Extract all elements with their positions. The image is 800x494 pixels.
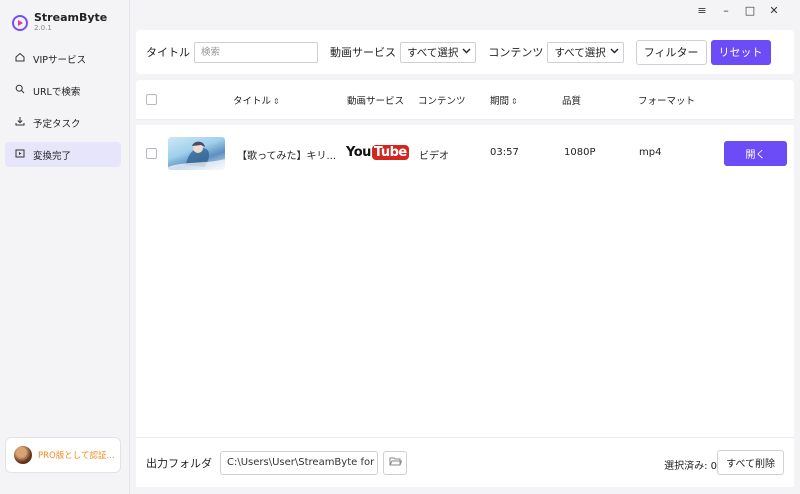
sidebar-item-url-search[interactable]: URLで検索 (5, 78, 121, 103)
search-icon (13, 84, 27, 97)
pro-auth-button[interactable]: PRO版として認証... (5, 437, 121, 473)
sidebar-item-label: 予定タスク (33, 118, 81, 130)
streambyte-logo-icon (12, 14, 28, 31)
service-select[interactable]: すべて選択 (400, 41, 477, 63)
header-format: フォーマット (638, 96, 696, 107)
sidebar: StreamByte 2.0.1 VIPサービス URLで検索 予定タスク 変換… (0, 0, 130, 494)
brand: StreamByte 2.0.1 (12, 12, 107, 33)
youtube-logo-icon: You Tube (346, 145, 409, 160)
output-folder-label: 出力フォルダ (146, 456, 212, 470)
sidebar-item-label: URLで検索 (33, 86, 81, 98)
table-body: 【歌ってみた】キリ... You Tube ビデオ 03:57 1080P mp4… (136, 125, 794, 437)
select-all-checkbox[interactable] (146, 94, 157, 105)
converted-icon (13, 148, 27, 161)
sort-icon: ⇕ (273, 97, 280, 106)
home-icon (13, 52, 27, 65)
header-quality: 品質 (562, 96, 582, 107)
content-select-value: すべて選択 (554, 46, 606, 59)
content-select[interactable]: すべて選択 (547, 41, 624, 63)
maximize-icon[interactable]: □ (738, 4, 762, 17)
sidebar-item-label: VIPサービス (33, 54, 87, 66)
header-content: コンテンツ (418, 96, 466, 107)
table-row: 【歌ってみた】キリ... You Tube ビデオ 03:57 1080P mp4… (136, 125, 794, 183)
app-name: StreamByte (34, 11, 108, 24)
open-button[interactable]: 開く (724, 141, 787, 166)
sort-icon: ⇕ (511, 97, 518, 106)
delete-all-button[interactable]: すべて削除 (717, 450, 784, 475)
filter-button[interactable]: フィルター (635, 39, 707, 65)
browse-folder-button[interactable] (383, 450, 407, 475)
footer-bar: 出力フォルダ 選択済み: 0 すべて削除 (136, 437, 794, 487)
chevron-down-icon (462, 47, 471, 57)
search-input[interactable] (194, 41, 318, 63)
reset-button[interactable]: リセット (710, 39, 771, 65)
sidebar-item-label: 変換完了 (33, 150, 72, 162)
download-icon (13, 116, 27, 129)
sidebar-item-vip[interactable]: VIPサービス (5, 46, 121, 71)
selected-count: 選択済み: 0 (664, 461, 717, 472)
header-duration[interactable]: 期間 ⇕ (490, 93, 518, 107)
video-duration: 03:57 (490, 147, 519, 158)
sidebar-nav: VIPサービス URLで検索 予定タスク 変換完了 (5, 46, 121, 174)
header-service: 動画サービス (347, 96, 405, 107)
avatar (14, 446, 32, 464)
pro-auth-label: PRO版として認証... (38, 451, 115, 461)
chevron-down-icon (610, 47, 619, 57)
filter-bar: タイトル 動画サービス すべて選択 コンテンツ すべて選択 フィルター リセット (136, 30, 794, 74)
video-thumbnail (168, 137, 225, 170)
window-controls: ≡ – □ ✕ (690, 4, 786, 17)
video-format: mp4 (639, 147, 662, 158)
app-version: 2.0.1 (34, 24, 52, 32)
sidebar-item-scheduled[interactable]: 予定タスク (5, 110, 121, 135)
table-header: タイトル ⇕ 動画サービス コンテンツ 期間 ⇕ 品質 フォーマット (136, 80, 794, 120)
video-content-type: ビデオ (419, 151, 449, 162)
folder-icon (389, 456, 402, 469)
row-checkbox[interactable] (146, 148, 157, 159)
video-title: 【歌ってみた】キリ... (237, 151, 337, 162)
title-filter-label: タイトル (146, 46, 190, 59)
header-title[interactable]: タイトル ⇕ (233, 93, 280, 107)
service-select-value: すべて選択 (407, 46, 459, 59)
main-panel: ≡ – □ ✕ タイトル 動画サービス すべて選択 コンテンツ すべて選択 フィ… (130, 0, 800, 494)
service-filter-label: 動画サービス (330, 46, 396, 59)
video-quality: 1080P (564, 147, 596, 158)
menu-icon[interactable]: ≡ (690, 4, 714, 17)
content-filter-label: コンテンツ (488, 46, 544, 59)
output-path-input[interactable] (220, 450, 378, 475)
close-icon[interactable]: ✕ (762, 4, 786, 17)
sidebar-item-converted[interactable]: 変換完了 (5, 142, 121, 167)
minimize-icon[interactable]: – (714, 4, 738, 17)
